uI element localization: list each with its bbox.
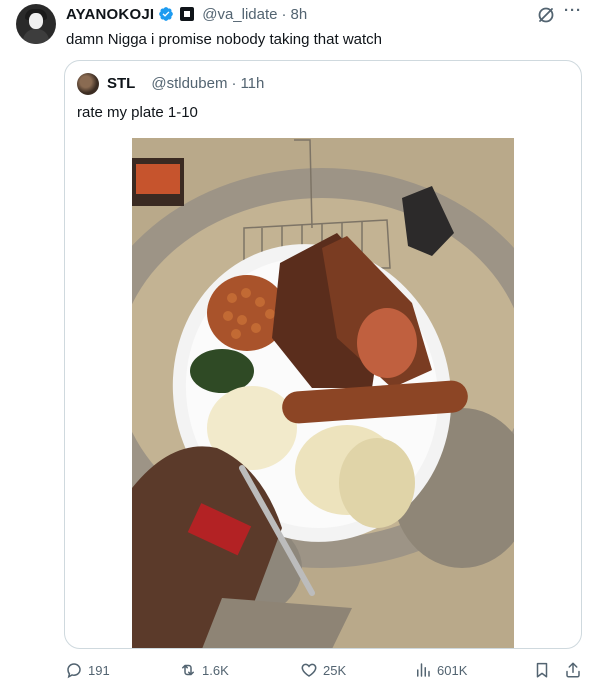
quoted-tweet[interactable]: STL @stldubem · 11h rate my plate 1-10 [64,60,582,649]
tweet-text: damn Nigga i promise nobody taking that … [66,31,383,48]
reply-icon [67,663,81,679]
repost-button[interactable]: 1.6K [179,655,229,685]
header-separator: · [281,5,287,23]
more-icon[interactable]: ··· [562,2,584,24]
quoted-tweet-timestamp[interactable]: 11h [240,75,264,92]
tweet[interactable]: AYANOKOJI @va_lidate · 8h ··· damn Nigga… [0,0,608,695]
author-handle[interactable]: @va_lidate [202,6,277,23]
reply-count: 191 [88,662,110,678]
tweet-timestamp[interactable]: 8h [291,6,308,23]
action-bar: 191 1.6K 25K 601K [0,655,608,685]
views-icon [417,663,430,677]
quoted-tweet-text: rate my plate 1-10 [77,104,198,121]
tweet-header: AYANOKOJI @va_lidate · 8h [66,4,307,24]
avatar-face [29,13,43,29]
author-avatar[interactable] [16,4,56,44]
share-button[interactable] [564,655,582,685]
repost-icon [182,664,194,676]
like-icon [301,663,317,677]
quoted-header-separator: · [231,75,237,92]
quoted-tweet-header: STL @stldubem · 11h [107,75,264,92]
quoted-author-handle[interactable]: @stldubem [151,75,227,92]
views-button[interactable]: 601K [414,655,467,685]
avatar-body [23,29,49,44]
verified-badge-icon [158,6,174,22]
like-count: 25K [323,662,347,678]
author-display-name[interactable]: AYANOKOJI [66,6,154,23]
grok-icon[interactable] [536,5,556,25]
repost-count: 1.6K [202,662,229,678]
views-count: 601K [437,662,468,678]
like-button[interactable]: 25K [300,655,346,685]
affiliate-badge-icon[interactable] [180,7,195,21]
bookmark-button[interactable] [533,655,551,685]
quoted-author-display-name[interactable]: STL [107,75,135,92]
quoted-author-avatar[interactable] [77,73,99,95]
reply-button[interactable]: 191 [65,655,110,685]
share-icon [566,662,580,678]
food-plate-photo[interactable] [132,138,514,648]
bookmark-icon [536,662,548,678]
